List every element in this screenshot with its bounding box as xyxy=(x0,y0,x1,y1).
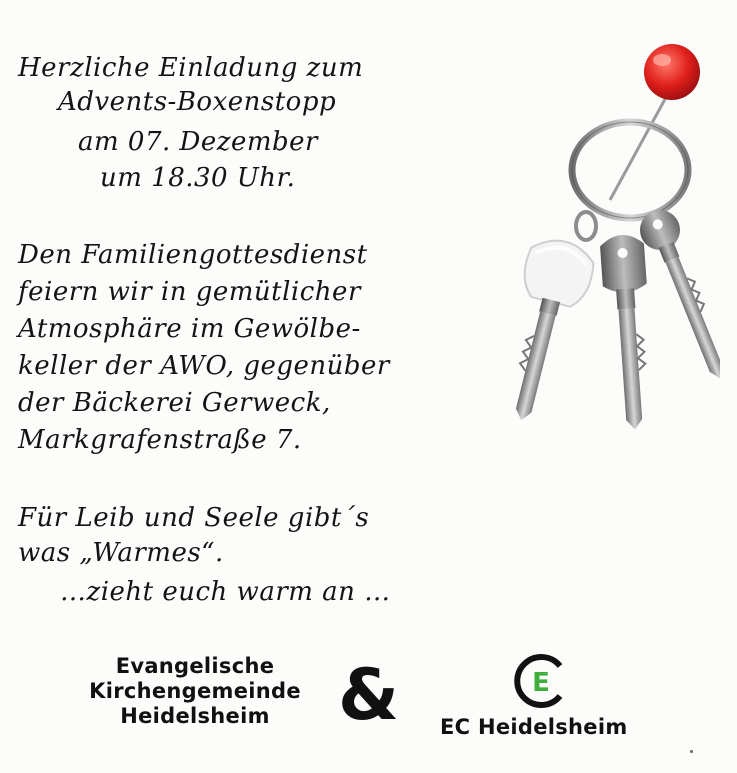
body-line-1: Den Familiengottesdienst xyxy=(18,240,368,270)
church-name-line-2: Kirchengemeinde xyxy=(89,679,301,703)
heading-line-4: um 18.30 Uhr. xyxy=(100,163,296,193)
body-line-5: der Bäckerei Gerweck, xyxy=(18,388,331,418)
body-line-3: Atmosphäre im Gewölbe- xyxy=(18,314,361,344)
key-ring xyxy=(568,118,692,222)
ec-logo-letter: E xyxy=(532,668,550,698)
key-middle xyxy=(600,235,647,430)
heading-line-3: am 07. Dezember xyxy=(78,127,318,157)
key-right xyxy=(640,210,720,379)
closing-line-3: …zieht euch warm an … xyxy=(60,577,391,607)
red-pin-head-icon xyxy=(644,44,700,100)
church-name-line-3: Heidelsheim xyxy=(120,704,270,728)
scan-speck xyxy=(690,750,693,753)
closing-line-2: was „Warmes“. xyxy=(18,538,224,568)
ampersand: & xyxy=(338,654,400,736)
closing-line-1: Für Leib und Seele gibt´s xyxy=(18,503,370,533)
key-left xyxy=(515,239,595,421)
body-line-2: feiern wir in gemütlicher xyxy=(18,277,361,307)
ec-logo-icon: E xyxy=(514,654,563,708)
heading-line-2: Advents-Boxenstopp xyxy=(58,87,337,117)
pin-needle xyxy=(608,89,672,201)
heading-line-1: Herzliche Einladung zum xyxy=(18,53,364,83)
church-name-line-1: Evangelische xyxy=(115,654,275,678)
keychain-illustration xyxy=(515,44,720,430)
body-line-6: Markgrafenstraße 7. xyxy=(18,425,302,455)
ec-name: EC Heidelsheim xyxy=(440,715,628,739)
body-line-4: keller der AWO, gegenüber xyxy=(18,351,390,381)
